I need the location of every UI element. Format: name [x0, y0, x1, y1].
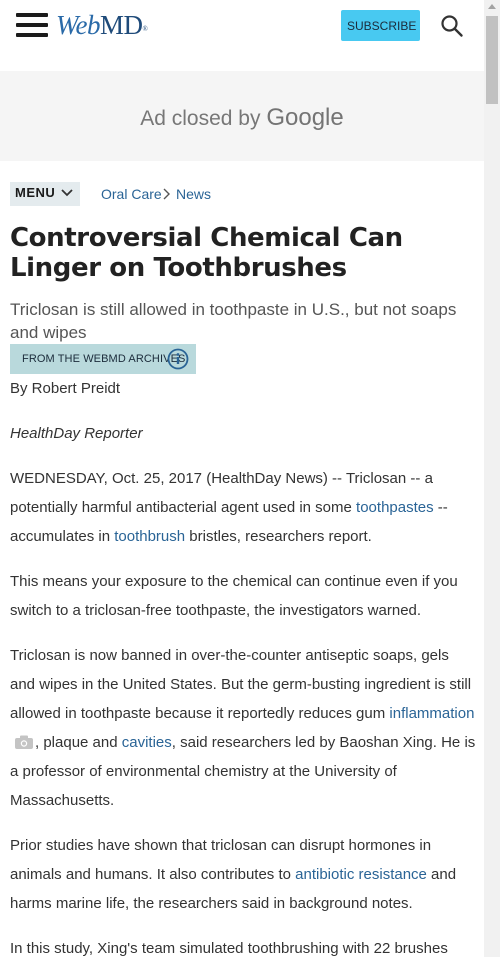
- article-paragraph-4: Prior studies have shown that triclosan …: [10, 837, 457, 912]
- link-antibiotic-resistance[interactable]: antibiotic resistance: [295, 866, 427, 883]
- article-paragraph-3: Triclosan is now banned in over-the-coun…: [10, 647, 476, 809]
- scroll-up-arrow-icon[interactable]: [488, 4, 496, 9]
- search-icon[interactable]: [440, 14, 464, 38]
- link-toothbrush[interactable]: toothbrush: [114, 528, 185, 545]
- subscribe-button[interactable]: SUBSCRIBE: [341, 10, 420, 41]
- chevron-down-icon: [61, 189, 73, 197]
- scrollbar-track[interactable]: [484, 0, 500, 957]
- breadcrumb-oral-care[interactable]: Oral Care: [101, 186, 162, 202]
- camera-icon[interactable]: [15, 735, 33, 749]
- article-reporter: HealthDay Reporter: [10, 425, 143, 442]
- article-title: Controversial Chemical Can Linger on Too…: [10, 223, 403, 283]
- hamburger-menu-icon[interactable]: [16, 13, 48, 37]
- webmd-article-page: WebMD® SUBSCRIBE Ad closed by Google MEN…: [0, 0, 484, 957]
- chevron-right-icon: [163, 188, 170, 200]
- ad-placeholder: Ad closed by Google: [0, 71, 484, 161]
- info-icon[interactable]: [167, 348, 189, 370]
- site-header: WebMD® SUBSCRIBE: [0, 0, 484, 50]
- scrollbar-thumb[interactable]: [486, 16, 498, 104]
- article-paragraph-2: This means your exposure to the chemical…: [10, 573, 458, 619]
- link-inflammation[interactable]: inflammation: [389, 705, 474, 722]
- ad-closed-text: Ad closed by Google: [140, 104, 344, 131]
- breadcrumb-news[interactable]: News: [176, 186, 211, 202]
- article-subtitle: Triclosan is still allowed in toothpaste…: [10, 300, 457, 342]
- google-wordmark: Google: [266, 104, 344, 131]
- archives-badge: FROM THE WEBMD ARCHIVES: [10, 344, 196, 374]
- article-paragraph-5: In this study, Xing's team simulated too…: [10, 940, 448, 957]
- webmd-logo[interactable]: WebMD®: [56, 9, 148, 41]
- link-cavities[interactable]: cavities: [122, 734, 172, 751]
- menu-button[interactable]: MENU: [10, 182, 80, 206]
- link-toothpastes[interactable]: toothpastes: [356, 499, 434, 516]
- article-byline: By Robert Preidt: [10, 380, 121, 397]
- article-paragraph-1: WEDNESDAY, Oct. 25, 2017 (HealthDay News…: [10, 470, 448, 545]
